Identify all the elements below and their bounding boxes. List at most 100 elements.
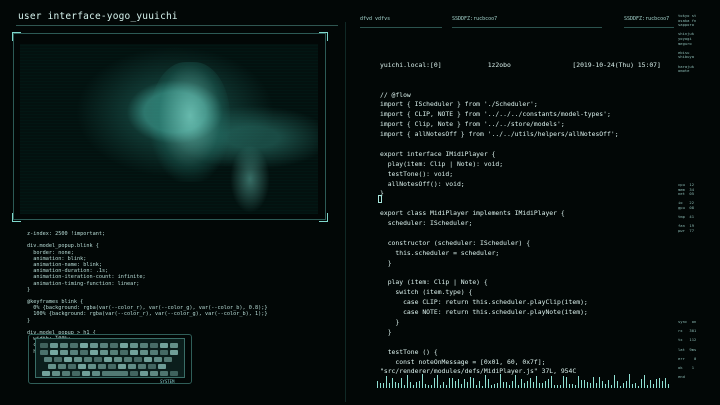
visualizer-bar	[434, 378, 435, 388]
visualizer-bar	[470, 377, 471, 388]
visualizer-bar	[620, 385, 621, 388]
audio-visualizer	[377, 372, 672, 388]
visualizer-bar	[458, 379, 459, 388]
keyboard-key	[108, 364, 116, 369]
editor-code-line: play (item: Clip | Note) {	[380, 278, 488, 287]
visualizer-bar	[524, 383, 525, 388]
side-panel-line: gpu 08	[678, 204, 695, 210]
editor-code-line: testTone(): void;	[380, 169, 454, 178]
visualizer-bar	[572, 384, 573, 388]
webcam-subject-hand	[230, 145, 270, 213]
keyboard-key	[160, 371, 168, 376]
keyboard-key	[100, 343, 108, 348]
visualizer-bar	[488, 379, 489, 388]
visualizer-bar	[560, 384, 561, 388]
keyboard-key	[44, 357, 52, 362]
visualizer-bar	[623, 382, 624, 388]
editor-code-line: case NOTE: return this.scheduler.playNot…	[380, 308, 588, 317]
visualizer-bar	[635, 383, 636, 388]
visualizer-bar	[461, 384, 462, 388]
keyboard-key	[74, 357, 82, 362]
visualizer-bar	[440, 384, 441, 388]
keyboard-key	[134, 357, 142, 362]
visualizer-bar	[608, 379, 609, 388]
visualizer-bar	[392, 377, 393, 388]
keyboard-key	[138, 364, 146, 369]
code-editor[interactable]: yuichi.local:[0] 1z2obo [2019-10-24(Thu)…	[380, 41, 680, 376]
keyboard-key	[110, 350, 118, 355]
editor-code-line: import { CLIP, NOTE } from '../../../con…	[380, 110, 611, 119]
visualizer-bar	[590, 383, 591, 388]
visualizer-bar	[395, 381, 396, 388]
keyboard-key	[98, 364, 106, 369]
visualizer-bar	[476, 384, 477, 388]
corner-bracket-tr-icon	[319, 32, 328, 41]
top-rule-a	[360, 27, 442, 28]
editor-code-line: import { Clip, Note } from '../../store/…	[380, 120, 565, 129]
keyboard-key	[90, 350, 98, 355]
top-label-a: dfvd vdfvs	[360, 16, 391, 22]
keyboard-key	[128, 364, 136, 369]
keyboard-key	[80, 350, 88, 355]
visualizer-bar	[503, 381, 504, 388]
visualizer-bar	[383, 382, 384, 388]
keyboard-key	[60, 350, 68, 355]
keyboard-key	[170, 343, 178, 348]
corner-bracket-br-icon	[319, 213, 328, 222]
visualizer-bar	[551, 375, 552, 388]
visualizer-bar	[521, 378, 522, 388]
editor-header: yuichi.local:[0] 1z2obo [2019-10-24(Thu)…	[380, 60, 661, 69]
visualizer-bar	[407, 375, 408, 388]
top-rule-c	[624, 27, 674, 28]
keyboard-key	[148, 364, 156, 369]
keyboard-visualizer	[35, 338, 185, 378]
visualizer-bar	[554, 385, 555, 388]
keyboard-key	[40, 343, 48, 348]
keyboard-key	[92, 371, 100, 376]
visualizer-bar	[377, 381, 378, 388]
visualizer-bar	[587, 381, 588, 388]
keyboard-key	[50, 350, 58, 355]
keyboard-key	[70, 343, 78, 348]
visualizer-bar	[539, 383, 540, 388]
keyboard-key	[150, 350, 158, 355]
side-panel-bottom: sync on rx 301 tx 112 lat 9ms err 0 ok 1 end	[678, 319, 697, 380]
visualizer-bar	[653, 384, 654, 388]
keyboard-key	[164, 357, 172, 362]
visualizer-bar	[527, 381, 528, 388]
visualizer-bar	[482, 385, 483, 388]
keyboard-key	[62, 371, 70, 376]
keyboard-key	[54, 357, 62, 362]
keyboard-label: SYSTEM	[160, 379, 175, 384]
title-divider	[16, 25, 338, 26]
window-title: user interface-yogo_yuuichi	[18, 11, 178, 22]
editor-code-line: this.scheduler = scheduler;	[380, 248, 500, 257]
visualizer-bar	[659, 378, 660, 388]
keyboard-key	[78, 364, 86, 369]
visualizer-bar	[563, 376, 564, 388]
visualizer-bar	[566, 376, 567, 388]
visualizer-bar	[641, 379, 642, 388]
webcam-subject	[150, 62, 230, 182]
editor-code-line: export class MidiPlayer implements IMidi…	[380, 209, 565, 218]
side-panel-line: rx 301	[678, 328, 697, 334]
keyboard-key	[114, 357, 122, 362]
keyboard-key	[48, 364, 56, 369]
editor-code-line: case CLIP: return this.scheduler.playCli…	[380, 298, 588, 307]
keyboard-key	[110, 343, 118, 348]
keyboard-key	[130, 350, 138, 355]
visualizer-bar	[398, 383, 399, 388]
keyboard-key	[58, 364, 66, 369]
keyboard-key	[140, 343, 148, 348]
editor-code-line: const noteOnMessage = [0x01, 60, 0x7f];	[380, 357, 546, 366]
visualizer-bar	[644, 375, 645, 388]
visualizer-bar	[569, 383, 570, 388]
visualizer-bar	[530, 377, 531, 388]
visualizer-bar	[416, 381, 417, 388]
visualizer-bar	[485, 374, 486, 388]
side-panel-line: omote	[678, 68, 690, 74]
keyboard-key	[70, 350, 78, 355]
panel-divider	[345, 22, 346, 402]
editor-code-line	[380, 140, 680, 150]
visualizer-bar	[479, 381, 480, 388]
